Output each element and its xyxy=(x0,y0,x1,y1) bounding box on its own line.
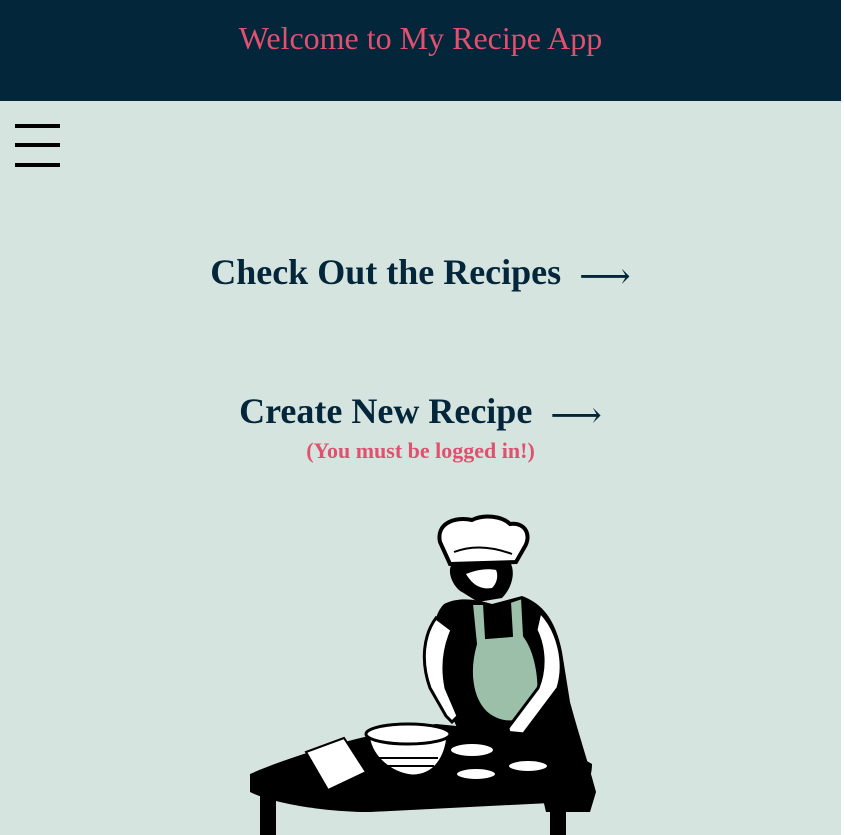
check-out-recipes-link[interactable]: Check Out the Recipes ⟶ xyxy=(0,250,841,296)
menu-line xyxy=(15,163,60,167)
header-bar: Welcome to My Recipe App xyxy=(0,0,841,101)
arrow-right-icon: ⟶ xyxy=(579,256,631,296)
menu-line xyxy=(15,143,60,147)
menu-line xyxy=(15,124,60,128)
recipes-link-label: Check Out the Recipes xyxy=(210,252,562,292)
create-link-label: Create New Recipe xyxy=(239,391,533,431)
create-new-recipe-link[interactable]: Create New Recipe ⟶ xyxy=(0,389,841,435)
chef-baking-illustration xyxy=(250,514,596,835)
app-title: Welcome to My Recipe App xyxy=(238,20,603,56)
arrow-right-icon: ⟶ xyxy=(550,395,602,435)
login-required-note: (You must be logged in!) xyxy=(306,438,535,463)
app-page: Welcome to My Recipe App Check Out the R… xyxy=(0,0,841,835)
hamburger-menu-icon[interactable] xyxy=(15,124,60,168)
